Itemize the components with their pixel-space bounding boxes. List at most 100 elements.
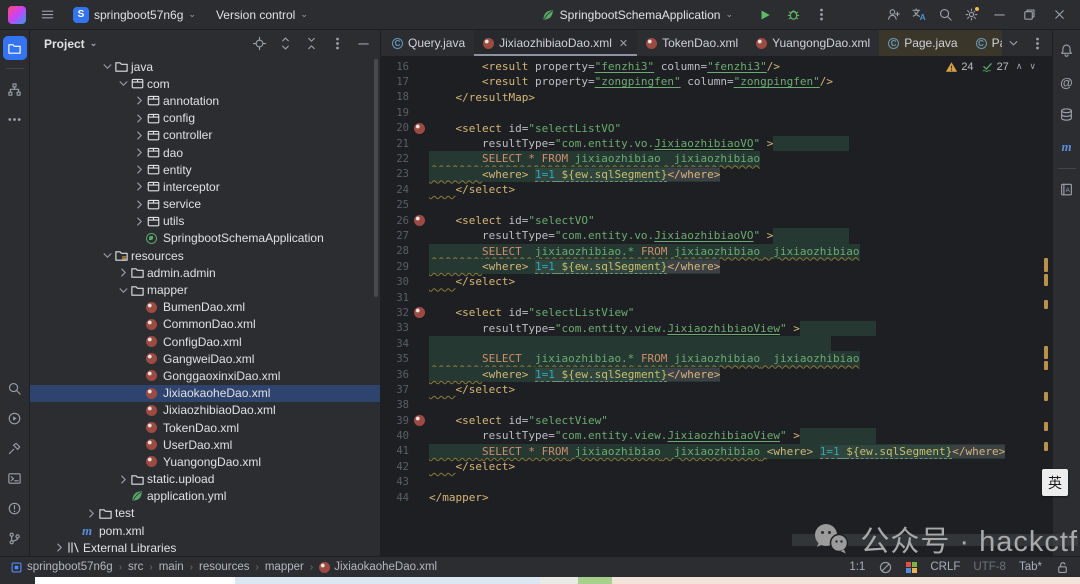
tree-item-bumendao-xml[interactable]: BumenDao.xml	[30, 299, 380, 316]
tree-item-controller[interactable]: controller	[30, 127, 380, 144]
expand-all-button[interactable]	[274, 33, 296, 55]
plugin-status-button[interactable]	[906, 562, 917, 573]
tree-expand-chevron-icon[interactable]	[116, 474, 130, 485]
tree-item-pom-xml[interactable]: mpom.xml	[30, 522, 380, 539]
tree-item-mapper[interactable]: mapper	[30, 281, 380, 298]
database-tool-button[interactable]	[1055, 102, 1079, 126]
settings-button[interactable]	[958, 3, 984, 27]
inspections-widget[interactable]: 24 27 ∧ ∨	[945, 60, 1036, 73]
run-tool-button[interactable]	[3, 406, 27, 430]
tree-item-configdao-xml[interactable]: ConfigDao.xml	[30, 333, 380, 350]
tree-item-gangweidao-xml[interactable]: GangweiDao.xml	[30, 350, 380, 367]
mybatis-statement-gutter-icon[interactable]	[409, 123, 429, 134]
breadcrumb-springboot57n6g[interactable]: springboot57n6g	[10, 561, 113, 574]
tree-item-jixiaozhibiaodao-xml[interactable]: JixiaozhibiaoDao.xml	[30, 402, 380, 419]
debug-button[interactable]	[780, 3, 806, 27]
main-menu-button[interactable]	[34, 3, 60, 27]
tree-item-gonggaoxinxidao-xml[interactable]: GonggaoxinxiDao.xml	[30, 367, 380, 384]
tree-expand-chevron-icon[interactable]	[116, 267, 130, 278]
breadcrumb-mapper[interactable]: mapper	[265, 561, 304, 573]
error-stripe-mark[interactable]	[1044, 300, 1048, 309]
error-stripe-mark[interactable]	[1044, 274, 1048, 286]
collapse-all-button[interactable]	[300, 33, 322, 55]
project-tool-button[interactable]	[3, 36, 27, 60]
documentation-tool-button[interactable]: A	[1055, 177, 1079, 201]
translate-button[interactable]: A	[906, 3, 932, 27]
tree-item-com[interactable]: com	[30, 75, 380, 92]
tree-item-admin-admin[interactable]: admin.admin	[30, 264, 380, 281]
spring-tool-button[interactable]: @	[1055, 70, 1079, 94]
tab-jixiaozhibiaodao-xml[interactable]: JixiaozhibiaoDao.xml✕	[474, 30, 637, 56]
restore-button[interactable]	[1014, 3, 1044, 27]
panel-options-button[interactable]	[326, 33, 348, 55]
tree-expand-chevron-icon[interactable]	[132, 181, 146, 192]
tab-pagination-ja[interactable]: CPagination.ja	[967, 30, 1002, 56]
git-tool-button[interactable]	[3, 526, 27, 550]
tree-expand-chevron-icon[interactable]	[132, 199, 146, 210]
breadcrumb-main[interactable]: main	[159, 561, 184, 573]
tree-item-test[interactable]: test	[30, 505, 380, 522]
minimize-button[interactable]	[984, 3, 1014, 27]
line-separator-widget[interactable]: CRLF	[930, 561, 960, 573]
tree-item-external-libraries[interactable]: External Libraries	[30, 539, 380, 556]
tree-item-static-upload[interactable]: static.upload	[30, 471, 380, 488]
tree-expand-chevron-icon[interactable]	[132, 216, 146, 227]
code-editor[interactable]: 16 <result property="fenzhi3" column="fe…	[381, 57, 1052, 556]
error-stripe-mark[interactable]	[1044, 422, 1048, 431]
tree-item-tokendao-xml[interactable]: TokenDao.xml	[30, 419, 380, 436]
project-selector[interactable]: S springboot57n6g ⌄	[66, 3, 203, 27]
tree-expand-chevron-icon[interactable]	[132, 113, 146, 124]
tree-item-entity[interactable]: entity	[30, 161, 380, 178]
run-configuration-selector[interactable]: SpringbootSchemaApplication ⌄	[534, 4, 740, 26]
tree-expand-chevron-icon[interactable]	[132, 164, 146, 175]
tree-item-java[interactable]: java	[30, 58, 380, 75]
tree-item-userdao-xml[interactable]: UserDao.xml	[30, 436, 380, 453]
mybatis-statement-gutter-icon[interactable]	[409, 215, 429, 226]
select-opened-file-button[interactable]	[248, 33, 270, 55]
tree-expand-chevron-icon[interactable]	[84, 508, 98, 519]
next-problem-button[interactable]: ∨	[1029, 61, 1036, 72]
tree-expand-chevron-icon[interactable]	[132, 130, 146, 141]
tree-item-springbootschemaapplication[interactable]: SpringbootSchemaApplication	[30, 230, 380, 247]
hidden-tabs-button[interactable]	[1002, 32, 1024, 54]
more-actions-button[interactable]	[808, 3, 834, 27]
tree-item-annotation[interactable]: annotation	[30, 92, 380, 109]
close-button[interactable]	[1044, 3, 1074, 27]
tree-item-yuangongdao-xml[interactable]: YuangongDao.xml	[30, 453, 380, 470]
previous-problem-button[interactable]: ∧	[1016, 61, 1023, 72]
terminal-tool-button[interactable]	[3, 466, 27, 490]
find-tool-button[interactable]	[3, 376, 27, 400]
error-stripe-mark[interactable]	[1044, 346, 1048, 359]
typos-indicator[interactable]: 27	[981, 60, 1009, 73]
caret-position[interactable]: 1:1	[849, 561, 865, 573]
search-everywhere-button[interactable]	[932, 3, 958, 27]
tree-collapse-chevron-icon[interactable]	[100, 250, 114, 261]
vcs-widget[interactable]: Version control ⌄	[209, 4, 315, 26]
tree-scrollbar[interactable]	[374, 59, 378, 297]
tree-item-service[interactable]: service	[30, 196, 380, 213]
tree-collapse-chevron-icon[interactable]	[116, 285, 130, 296]
tree-item-utils[interactable]: utils	[30, 213, 380, 230]
warnings-indicator[interactable]: 24	[945, 61, 973, 73]
tree-expand-chevron-icon[interactable]	[52, 542, 66, 553]
maven-tool-button[interactable]: m	[1055, 134, 1079, 158]
tree-item-application-yml[interactable]: application.yml	[30, 488, 380, 505]
tree-item-commondao-xml[interactable]: CommonDao.xml	[30, 316, 380, 333]
tree-collapse-chevron-icon[interactable]	[116, 78, 130, 89]
breadcrumb-src[interactable]: src	[128, 561, 143, 573]
tree-item-resources[interactable]: resources	[30, 247, 380, 264]
tree-item-config[interactable]: config	[30, 110, 380, 127]
run-button[interactable]	[752, 3, 778, 27]
problems-tool-button[interactable]	[3, 496, 27, 520]
error-stripe-mark[interactable]	[1044, 258, 1048, 272]
tree-item-dao[interactable]: dao	[30, 144, 380, 161]
tree-item-jixiaokaohedao-xml[interactable]: JixiaokaoheDao.xml	[30, 385, 380, 402]
tab-options-button[interactable]	[1026, 32, 1048, 54]
build-tool-button[interactable]	[3, 436, 27, 460]
more-tool-windows-button[interactable]	[3, 107, 27, 131]
code-with-me-button[interactable]	[880, 3, 906, 27]
mybatis-statement-gutter-icon[interactable]	[409, 307, 429, 318]
breadcrumb-resources[interactable]: resources	[199, 561, 250, 573]
hide-panel-button[interactable]	[352, 33, 374, 55]
close-tab-icon[interactable]: ✕	[619, 37, 628, 50]
